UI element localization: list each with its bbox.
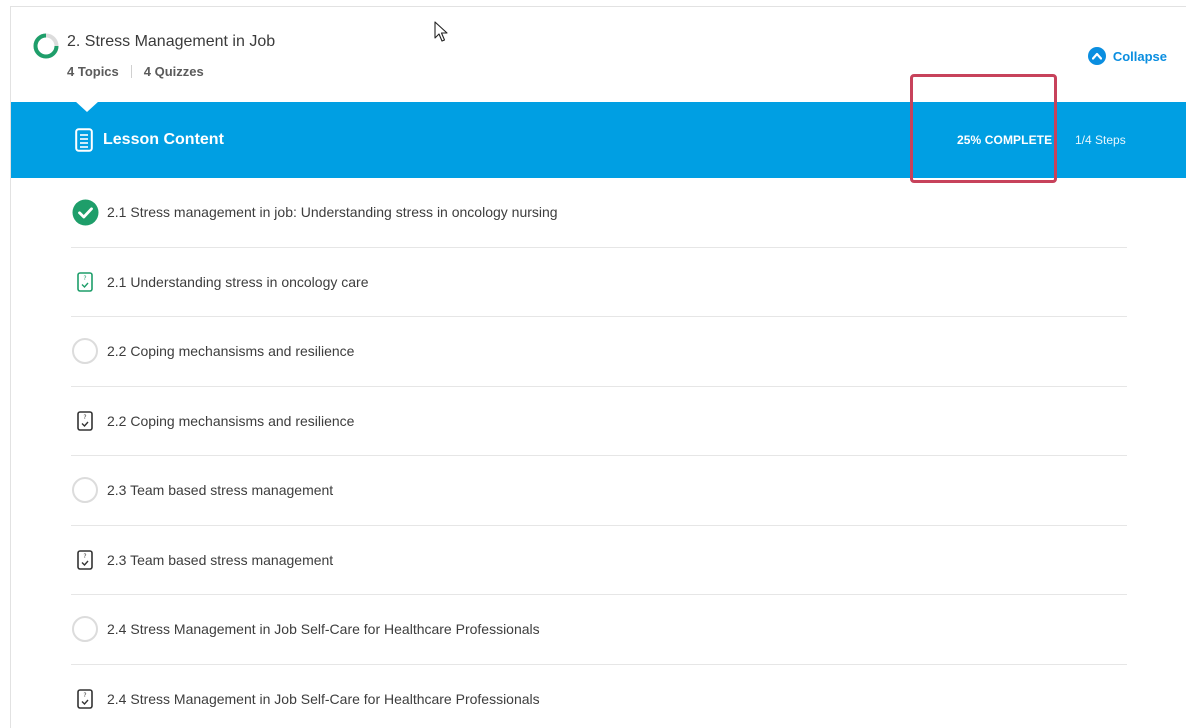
document-icon (75, 128, 93, 152)
lesson-title[interactable]: 2. Stress Management in Job (67, 33, 275, 51)
list-item[interactable]: ? 2.4 Stress Management in Job Self-Care… (71, 665, 1127, 728)
list-item-label: 2.4 Stress Management in Job Self-Care f… (107, 621, 540, 638)
lesson-meta: 4 Topics 4 Quizzes (67, 64, 204, 79)
list-item[interactable]: ? 2.2 Coping mechansisms and resilience (71, 387, 1127, 456)
list-item-label: 2.3 Team based stress management (107, 482, 334, 499)
list-item[interactable]: 2.3 Team based stress management (71, 456, 1127, 526)
highlight-annotation-box (910, 74, 1057, 183)
list-item-label: 2.2 Coping mechansisms and resilience (107, 343, 355, 360)
bar-notch (75, 101, 99, 112)
collapse-button[interactable]: Collapse (1087, 47, 1167, 65)
quiz-icon: ? (71, 685, 99, 713)
lesson-items-list: 2.1 Stress management in job: Understand… (71, 178, 1127, 728)
progress-ring-icon (33, 33, 59, 59)
empty-circle-icon (71, 337, 99, 365)
svg-text:?: ? (83, 275, 86, 282)
svg-text:?: ? (83, 692, 86, 699)
meta-divider (130, 65, 132, 78)
list-item-label: 2.3 Team based stress management (107, 551, 334, 568)
list-item[interactable]: ? 2.1 Understanding stress in oncology c… (71, 248, 1127, 317)
list-item[interactable]: ? 2.3 Team based stress management (71, 526, 1127, 595)
svg-text:?: ? (83, 414, 86, 421)
collapse-label: Collapse (1112, 48, 1167, 64)
quiz-icon: ? (71, 268, 99, 296)
quizzes-count: 4 Quizzes (143, 64, 204, 79)
list-item-label: 2.1 Understanding stress in oncology car… (107, 273, 369, 290)
list-item-label: 2.4 Stress Management in Job Self-Care f… (107, 691, 540, 708)
list-item[interactable]: 2.4 Stress Management in Job Self-Care f… (71, 595, 1127, 665)
quiz-icon: ? (71, 407, 99, 435)
list-item[interactable]: 2.2 Coping mechansisms and resilience (71, 317, 1127, 387)
check-circle-icon (71, 198, 99, 226)
list-item-label: 2.2 Coping mechansisms and resilience (107, 412, 355, 429)
svg-text:?: ? (83, 553, 86, 560)
empty-circle-icon (71, 476, 99, 504)
quiz-icon: ? (71, 546, 99, 574)
mouse-cursor-icon (434, 21, 448, 42)
topics-count: 4 Topics (67, 64, 119, 79)
list-item[interactable]: 2.1 Stress management in job: Understand… (71, 178, 1127, 248)
list-item-label: 2.1 Stress management in job: Understand… (107, 204, 558, 221)
lesson-content-title: Lesson Content (103, 131, 224, 148)
chevron-up-icon (1087, 47, 1106, 65)
steps-count: 1/4 Steps (1075, 133, 1126, 147)
empty-circle-icon (71, 615, 99, 643)
